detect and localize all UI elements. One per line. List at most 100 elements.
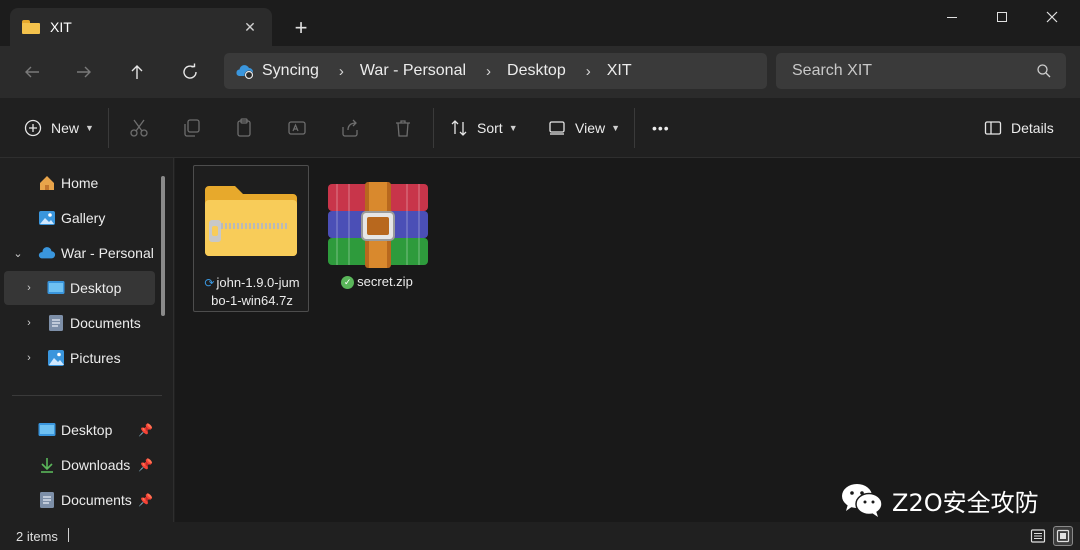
large-icons-view-icon (1056, 529, 1070, 543)
toolbar-divider (433, 108, 434, 148)
new-button[interactable]: New ▼ (24, 116, 94, 140)
address-bar[interactable]: Syncing › War - Personal › Desktop › XIT (224, 53, 767, 89)
view-icon (549, 121, 565, 135)
details-label: Details (1011, 120, 1054, 136)
file-list[interactable]: ⟳ john-1.9.0-jum bo-1-win64.7z ✓ secret.zi… (175, 158, 1080, 522)
rename-button[interactable] (285, 116, 309, 140)
clipboard-icon (237, 118, 251, 137)
refresh-icon (183, 63, 197, 79)
desktop-folder-icon (47, 279, 65, 297)
chevron-down-icon[interactable]: ⌄ (10, 247, 26, 260)
search-input[interactable]: Search XIT (776, 53, 1066, 89)
plus-circle-icon (24, 119, 42, 137)
item-count: 2 items (16, 529, 58, 544)
arrow-up-icon (131, 65, 143, 79)
file-item[interactable]: ⟳ john-1.9.0-jum bo-1-win64.7z (193, 165, 309, 312)
file-item[interactable]: ✓ secret.zip (319, 165, 435, 312)
delete-button[interactable] (391, 116, 415, 140)
sidebar-item-desktop[interactable]: › Desktop (4, 271, 155, 305)
quick-access-desktop[interactable]: Desktop 📌 (4, 413, 155, 447)
refresh-button[interactable] (176, 58, 204, 86)
chevron-down-icon: ▼ (508, 123, 518, 133)
downloads-icon (38, 456, 56, 474)
breadcrumb-syncing[interactable]: Syncing (234, 62, 319, 80)
navigation-pane: Home Gallery ⌄ War - Personal › Desktop … (0, 158, 174, 522)
tab-xit[interactable]: XIT ✕ (10, 8, 272, 46)
sidebar-item-home[interactable]: Home (4, 166, 155, 200)
paste-button[interactable] (232, 116, 256, 140)
breadcrumb-xit[interactable]: XIT (607, 62, 632, 80)
arrow-right-icon (77, 66, 91, 78)
scissors-icon (130, 119, 148, 137)
rename-icon (288, 121, 306, 135)
status-divider (68, 528, 69, 542)
more-options-button[interactable]: ••• (652, 116, 670, 140)
onedrive-sync-icon (236, 65, 254, 80)
sidebar-item-label: Downloads (61, 457, 131, 473)
minimize-button[interactable] (926, 0, 978, 34)
up-button[interactable] (123, 58, 151, 86)
share-button[interactable] (338, 116, 362, 140)
wechat-logo (840, 482, 884, 518)
tab-title: XIT (50, 19, 72, 35)
watermark-text: Z2O安全攻防 (892, 488, 1039, 517)
sidebar-item-documents[interactable]: › Documents (4, 306, 155, 340)
sort-icon (451, 120, 467, 136)
title-bar: XIT ✕ + (0, 0, 1080, 46)
details-pane-button[interactable]: Details (984, 116, 1054, 140)
breadcrumb-separator-icon[interactable]: › (486, 63, 491, 80)
sidebar-item-label: War - Personal (61, 245, 154, 261)
command-bar: New ▼ Sort ▼ View ▼ ••• Details (0, 98, 1080, 158)
pin-icon[interactable]: 📌 (138, 423, 153, 437)
file-name: ✓ secret.zip (319, 273, 435, 291)
sidebar-item-pictures[interactable]: › Pictures (4, 341, 155, 375)
new-tab-button[interactable]: + (288, 16, 314, 42)
navigation-bar: Syncing › War - Personal › Desktop › XIT… (0, 46, 1080, 98)
sidebar-item-war-personal[interactable]: ⌄ War - Personal (4, 236, 155, 270)
documents-folder-icon (47, 314, 65, 332)
sidebar-item-gallery[interactable]: Gallery (4, 201, 155, 235)
share-icon (342, 119, 358, 137)
cut-button[interactable] (127, 116, 151, 140)
sidebar-scrollbar[interactable] (161, 176, 165, 316)
maximize-icon (997, 12, 1007, 22)
breadcrumb-war-personal[interactable]: War - Personal (360, 62, 466, 80)
pin-icon[interactable]: 📌 (138, 458, 153, 472)
copy-button[interactable] (180, 116, 204, 140)
view-button[interactable]: View ▼ (548, 116, 620, 140)
sort-label: Sort (477, 120, 503, 136)
pictures-folder-icon (47, 349, 65, 367)
chevron-right-icon[interactable]: › (21, 317, 37, 329)
toolbar-divider (634, 108, 635, 148)
pin-icon[interactable]: 📌 (138, 493, 153, 507)
details-view-button[interactable] (1028, 526, 1048, 546)
sidebar-item-label: Pictures (70, 350, 121, 366)
details-view-icon (1030, 529, 1046, 543)
chevron-right-icon[interactable]: › (21, 282, 37, 294)
tab-close-button[interactable]: ✕ (240, 17, 260, 37)
sync-pending-icon: ⟳ (204, 276, 215, 290)
onedrive-cloud-icon (38, 244, 56, 262)
zip-folder-icon (205, 186, 297, 256)
breadcrumb-desktop[interactable]: Desktop (507, 62, 566, 80)
maximize-button[interactable] (976, 0, 1028, 34)
close-icon (1046, 11, 1058, 23)
chevron-right-icon[interactable]: › (21, 352, 37, 364)
back-button[interactable] (18, 58, 46, 86)
toolbar-divider (108, 108, 109, 148)
breadcrumb-separator-icon[interactable]: › (586, 63, 591, 80)
quick-access-downloads[interactable]: Downloads 📌 (4, 448, 155, 482)
minimize-icon (947, 16, 957, 18)
sort-button[interactable]: Sort ▼ (450, 116, 518, 140)
breadcrumb-separator-icon[interactable]: › (339, 63, 344, 80)
large-icons-view-button[interactable] (1053, 526, 1073, 546)
winrar-archive-icon (328, 182, 428, 268)
forward-button[interactable] (70, 58, 98, 86)
documents-folder-icon (38, 491, 56, 509)
close-window-button[interactable] (1026, 0, 1078, 34)
quick-access-documents[interactable]: Documents 📌 (4, 483, 155, 517)
status-bar: 2 items (0, 522, 1080, 550)
folder-icon (22, 20, 40, 34)
synced-check-icon: ✓ (341, 276, 355, 289)
search-icon (1037, 64, 1051, 78)
